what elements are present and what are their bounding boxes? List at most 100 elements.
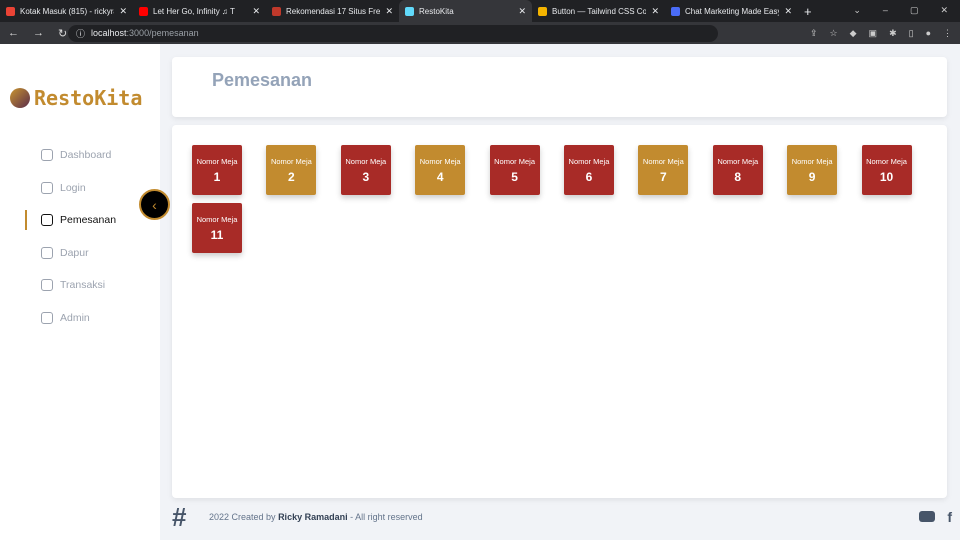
login-icon	[41, 181, 53, 194]
collapse-sidebar-button[interactable]: ‹	[139, 189, 170, 220]
table-tile[interactable]: Nomor Meja 6	[563, 145, 614, 195]
hashtag-logo-icon: #	[172, 501, 187, 532]
table-number: 7	[660, 170, 667, 184]
browser-tab[interactable]: Kotak Masuk (815) - rickyra ✕	[0, 0, 133, 22]
sidebar-item-login[interactable]: Login	[25, 172, 155, 205]
favicon-icon	[538, 6, 547, 16]
info-icon[interactable]: ⓘ	[76, 27, 85, 40]
window-controls[interactable]: ⌄ – ▢ ✕	[841, 0, 960, 21]
sidebar-item-label: Dapur	[60, 246, 89, 259]
table-number: 11	[210, 228, 224, 242]
table-tile[interactable]: Nomor Meja 8	[712, 145, 763, 195]
table-tile[interactable]: Nomor Meja 10	[861, 145, 912, 195]
table-label: Nomor Meja	[196, 215, 238, 224]
sidebar-icon[interactable]: ▯	[909, 28, 914, 39]
table-tile[interactable]: Nomor Meja 5	[489, 145, 540, 195]
sidebar-item-dashboard[interactable]: Dashboard	[25, 139, 155, 172]
footer: # 2022 Created by Ricky Ramadani - All r…	[172, 500, 952, 534]
table-label: Nomor Meja	[866, 157, 907, 166]
share-icon[interactable]: ⇪	[810, 28, 818, 39]
table-label: Nomor Meja	[568, 157, 610, 166]
tab-title: Kotak Masuk (815) - rickyra	[20, 6, 115, 16]
close-tab-icon[interactable]: ✕	[651, 6, 659, 17]
table-number: 3	[362, 170, 370, 184]
page-title: Pemesanan	[212, 70, 313, 90]
url-path: :3000/pemesanan	[126, 28, 199, 38]
browser-tab[interactable]: Button — Tailwind CSS Cor ✕	[532, 0, 665, 22]
close-tab-icon[interactable]: ✕	[784, 6, 792, 17]
forward-icon[interactable]: →	[33, 27, 44, 40]
table-tile[interactable]: Nomor Meja 1	[192, 145, 242, 195]
grid-icon	[41, 149, 53, 162]
reload-icon[interactable]: ↻	[58, 27, 67, 40]
translate-icon[interactable]: ▣	[869, 28, 878, 39]
table-number: 9	[808, 170, 816, 184]
sidebar-item-label: Admin	[60, 311, 90, 324]
close-tab-icon[interactable]: ✕	[119, 6, 127, 17]
table-label: Nomor Meja	[791, 157, 833, 166]
brand-name: RestoKita	[34, 86, 143, 110]
close-tab-icon[interactable]: ✕	[518, 6, 526, 17]
table-number: 5	[511, 170, 518, 184]
table-label: Nomor Meja	[642, 157, 684, 166]
youtube-icon[interactable]	[919, 511, 936, 522]
cash-icon	[41, 279, 53, 292]
logo[interactable]: RestoKita	[10, 86, 142, 110]
favicon-icon	[405, 6, 414, 16]
edit-icon	[41, 214, 53, 227]
sidebar-item-transaksi[interactable]: Transaksi	[25, 269, 155, 302]
favicon-icon	[6, 6, 15, 16]
table-tile[interactable]: Nomor Meja 4	[415, 145, 466, 195]
table-number: 4	[436, 170, 444, 184]
browser-tab[interactable]: RestoKita ✕	[399, 0, 532, 22]
table-tile[interactable]: Nomor Meja 11	[192, 203, 242, 253]
url-input[interactable]: ⓘ localhost:3000/pemesanan	[68, 24, 718, 42]
tab-title: Chat Marketing Made Easy	[685, 6, 780, 16]
facebook-icon[interactable]: f	[947, 509, 952, 525]
browser-tab[interactable]: Chat Marketing Made Easy ✕	[665, 0, 798, 22]
table-number: 6	[585, 170, 593, 184]
browser-tab-bar: Kotak Masuk (815) - rickyra ✕ Let Her Go, …	[0, 0, 960, 22]
puzzle-icon[interactable]: ✱	[889, 28, 897, 39]
table-tile[interactable]: Nomor Meja 2	[266, 145, 317, 195]
page-header: Pemesanan	[172, 57, 947, 117]
close-tab-icon[interactable]: ✕	[252, 6, 260, 17]
profile-avatar[interactable]: ●	[926, 28, 931, 39]
table-tile[interactable]: Nomor Meja 3	[340, 145, 391, 195]
table-label: Nomor Meja	[345, 157, 387, 166]
close-tab-icon[interactable]: ✕	[385, 6, 393, 17]
table-tile[interactable]: Nomor Meja 9	[787, 145, 838, 195]
back-icon[interactable]: ←	[8, 27, 19, 40]
url-host: localhost	[91, 28, 127, 38]
address-bar-row: ← → ↻ ⓘ localhost:3000/pemesanan ⇪ ☆ ◆ ▣ ✱ ▯ ● ⋮	[0, 22, 960, 44]
sidebar-item-label: Transaksi	[60, 279, 106, 292]
sidebar-item-pemesanan[interactable]: Pemesanan	[25, 204, 155, 237]
table-label: Nomor Meja	[196, 157, 238, 166]
fire-icon	[41, 246, 53, 259]
logo-icon	[10, 88, 30, 108]
browser-tab[interactable]: Let Her Go, Infinity ♫ T ✕	[133, 0, 266, 22]
sidebar-menu: Dashboard Login Pemesanan Dapur Transaksi Adm…	[25, 139, 155, 334]
favicon-icon	[139, 6, 148, 16]
tab-title: Button — Tailwind CSS Cor	[552, 6, 647, 16]
sidebar-item-label: Login	[60, 181, 86, 194]
browser-tab[interactable]: Rekomendasi 17 Situs Free ✕	[266, 0, 399, 22]
sidebar: RestoKita Dashboard Login Pemesanan Dapur Tr…	[0, 44, 160, 540]
star-icon[interactable]: ☆	[830, 28, 838, 39]
favicon-icon	[671, 6, 680, 16]
table-label: Nomor Meja	[270, 157, 312, 166]
sidebar-item-admin[interactable]: Admin	[25, 302, 155, 335]
sidebar-item-dapur[interactable]: Dapur	[25, 237, 155, 270]
table-label: Nomor Meja	[419, 157, 461, 166]
tab-title: Rekomendasi 17 Situs Free	[286, 6, 381, 16]
table-grid-card: Nomor Meja 1 Nomor Meja 2 Nomor Meja 3 Nomor M…	[172, 125, 947, 498]
extensions[interactable]: ⇪ ☆ ◆ ▣ ✱ ▯ ● ⋮	[810, 28, 952, 39]
table-number: 8	[734, 170, 742, 184]
tab-title: Let Her Go, Infinity ♫ T	[153, 6, 235, 16]
table-tile[interactable]: Nomor Meja 7	[638, 145, 689, 195]
new-tab-button[interactable]: +	[804, 4, 812, 19]
extension-icon[interactable]: ◆	[850, 28, 857, 39]
table-number: 1	[213, 170, 221, 184]
menu-icon[interactable]: ⋮	[943, 28, 952, 39]
table-label: Nomor Meja	[494, 157, 535, 166]
